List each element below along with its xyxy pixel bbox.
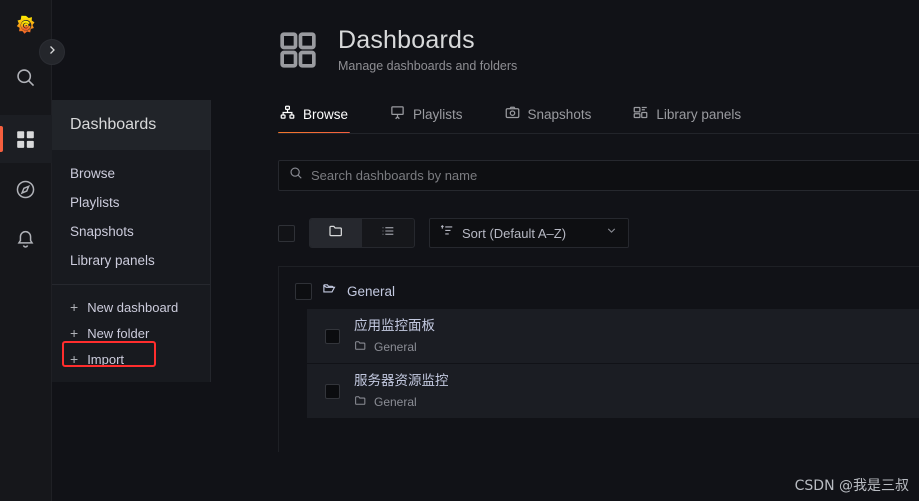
presentation-icon [390,105,405,123]
dashboard-folder-name: General [374,340,417,355]
dashboard-checkbox[interactable] [325,383,340,399]
chevron-down-icon [605,224,618,242]
folder-name: General [347,283,396,299]
tab-browse[interactable]: Browse [278,96,362,134]
nav-rail [0,0,52,501]
flyout-header[interactable]: Dashboards [52,100,210,150]
rail-item-dashboards[interactable] [0,115,52,163]
tab-snapshots[interactable]: Snapshots [503,96,606,134]
flyout-item-browse[interactable]: Browse [52,159,210,188]
dashboards-flyout-menu: Dashboards Browse Playlists Snapshots Li… [52,100,211,382]
flyout-action-new-dashboard[interactable]: + New dashboard [52,294,210,320]
dashboard-checkbox[interactable] [325,328,340,344]
list-toolbar: Sort (Default A–Z) [278,218,919,248]
list-view-button[interactable] [362,219,414,247]
tab-library-panels[interactable]: Library panels [631,96,755,134]
table-row[interactable]: 服务器资源监控 General [307,364,919,419]
folder-open-icon [322,281,337,301]
bell-icon [15,229,36,250]
folder-checkbox[interactable] [295,282,312,300]
watermark: CSDN @我是三叔 [794,478,909,494]
flyout-item-playlists[interactable]: Playlists [52,188,210,217]
flyout-action-import[interactable]: + Import [52,346,210,372]
page-title: Dashboards [338,26,475,54]
flyout-action-new-folder[interactable]: + New folder [52,320,210,346]
sort-amount-up-icon [440,224,454,243]
folder-icon [354,394,367,410]
folder-icon [354,339,367,355]
view-toggle-group [309,218,415,248]
sort-label: Sort (Default A–Z) [462,225,567,241]
flyout-action-label: New dashboard [87,299,179,315]
grafana-app-window: Dashboards Manage dashboards and folders… [0,0,919,501]
flyout-link-group: Browse Playlists Snapshots Library panel… [52,150,210,284]
search-box[interactable] [278,160,919,191]
sitemap-icon [280,105,295,123]
flyout-action-label: New folder [87,325,150,341]
rail-item-alerting[interactable] [0,215,52,263]
tab-label: Snapshots [527,106,592,122]
search-icon [15,67,36,88]
expand-nav-button[interactable] [39,39,65,65]
folder-view-button[interactable] [310,219,362,247]
dashboard-folder-meta: General [354,339,435,355]
table-row[interactable]: 应用监控面板 General [307,309,919,364]
dashboard-folder-meta: General [354,394,449,410]
compass-icon [15,179,36,200]
list-icon [380,223,396,244]
tab-playlists[interactable]: Playlists [388,96,477,134]
camera-icon [505,105,520,123]
dashboards-grid-icon [15,129,36,150]
dashboard-title[interactable]: 应用监控面板 [354,317,435,335]
tab-label: Playlists [413,106,463,122]
flyout-action-label: Import [87,351,125,367]
plus-icon: + [70,325,79,341]
flyout-action-group: + New dashboard + New folder + Import [52,285,210,378]
search-input[interactable] [311,168,919,183]
flyout-item-library-panels[interactable]: Library panels [52,246,210,275]
dashboard-folder-name: General [374,395,417,410]
search-section [278,160,919,191]
folder-icon [328,223,344,244]
plus-icon: + [70,299,79,315]
dashboard-list: General 应用监控面板 General 服务器资源监控 General [278,266,919,452]
search-icon [289,166,303,185]
page-subtitle: Manage dashboards and folders [338,59,518,73]
plus-icon: + [70,351,79,367]
page-header: Dashboards Manage dashboards and folders [52,0,919,75]
select-all-checkbox[interactable] [278,224,295,242]
library-panels-icon [633,105,648,123]
chevron-right-icon [46,43,58,61]
flyout-item-snapshots[interactable]: Snapshots [52,217,210,246]
dashboards-grid-icon [278,30,318,75]
tab-label: Browse [303,106,349,122]
sort-dropdown[interactable]: Sort (Default A–Z) [429,218,629,248]
folder-row-general[interactable]: General [279,277,919,309]
tab-label: Library panels [656,106,742,122]
rail-item-explore[interactable] [0,165,52,213]
tab-bar: Browse Playlists Snapshots Library panel… [278,96,919,134]
dashboard-title[interactable]: 服务器资源监控 [354,372,449,390]
grafana-logo[interactable] [11,13,41,43]
